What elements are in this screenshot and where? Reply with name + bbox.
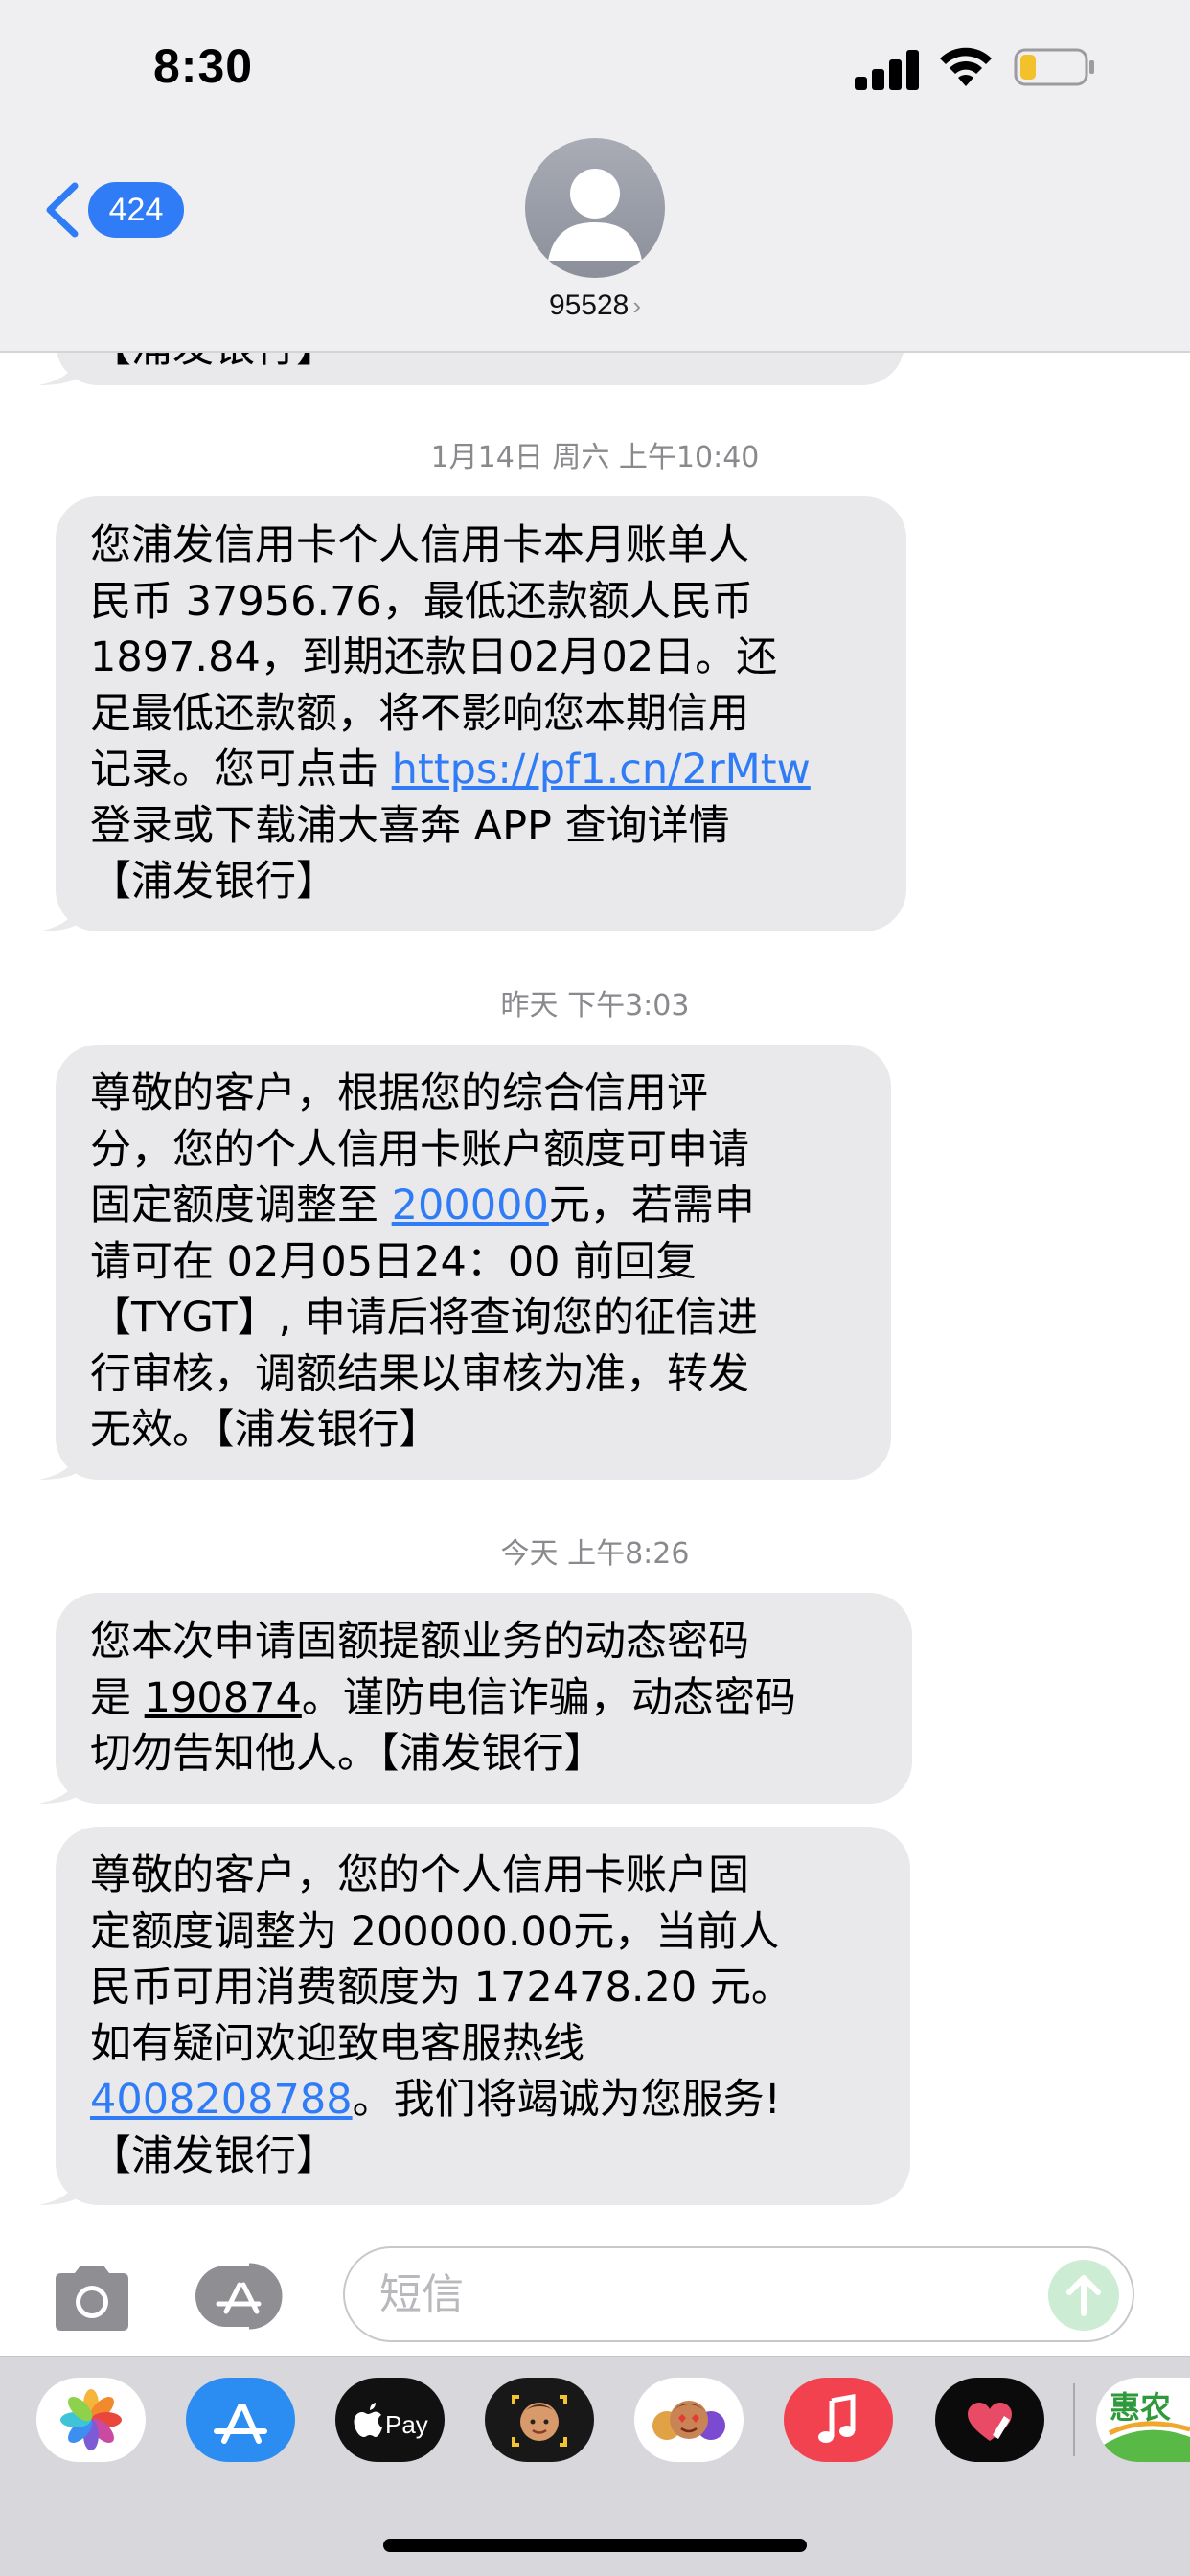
svg-text:惠农: 惠农 — [1110, 2389, 1171, 2426]
message-line: 分，您的个人信用卡账户额度可申请 — [90, 1125, 749, 1174]
message-text: 元，若需申 — [548, 1182, 755, 1230]
message-line: 足最低还款额，将不影响您本期信用 — [90, 689, 749, 738]
message-line: 无效。【浦发银行】 — [90, 1406, 441, 1454]
music-app[interactable] — [784, 2378, 893, 2462]
chevron-right-icon: › — [632, 291, 642, 320]
music-icon — [818, 2394, 856, 2443]
animoji-stickers-app[interactable] — [634, 2378, 744, 2462]
message-bubble[interactable]: 尊敬的客户，您的个人信用卡账户固 定额度调整为 200000.00元，当前人 民… — [38, 1827, 910, 2205]
message-line: 是 190874。谨防电信诈骗，动态密码 — [90, 1670, 881, 1727]
send-button[interactable] — [1048, 2260, 1119, 2331]
photos-icon — [60, 2389, 122, 2450]
app-store-app[interactable] — [186, 2378, 295, 2462]
cellular-signal-icon — [855, 48, 920, 90]
bubble-tail — [38, 2167, 82, 2205]
conversation-header: 8:30 424 95528 › — [0, 0, 1190, 353]
digital-touch-app[interactable] — [935, 2378, 1044, 2462]
digital-touch-icon — [968, 2403, 1012, 2441]
message-line: 【浦发银行】 — [90, 858, 337, 906]
wifi-icon — [940, 47, 992, 86]
message-line: 固定额度调整至 200000元，若需申 — [90, 1178, 860, 1234]
message-line: 您本次申请固额提额业务的动态密码 — [90, 1618, 749, 1666]
apple-pay-icon: Pay — [354, 2403, 428, 2439]
message-composer — [0, 2221, 1190, 2356]
message-bubble[interactable]: 尊敬的客户，根据您的综合信用评 分，您的个人信用卡账户额度可申请 固定额度调整至… — [38, 1045, 891, 1480]
message-timestamp: 1月14日 周六 上午10:40 — [430, 441, 760, 474]
huinong-icon: 惠农 — [1104, 2389, 1190, 2462]
message-text: 是 — [90, 1673, 145, 1722]
message-bubble[interactable]: 您本次申请固额提额业务的动态密码 是 190874。谨防电信诈骗，动态密码 切勿… — [38, 1593, 912, 1804]
message-bubble[interactable]: 您浦发信用卡个人信用卡本月账单人 民币 37956.76，最低还款额人民币 18… — [38, 496, 906, 932]
message-line: 请可在 02月05日24：00 前回复 — [90, 1237, 698, 1286]
svg-text:Pay: Pay — [385, 2410, 428, 2439]
message-text: 。谨防电信诈骗，动态密码 — [301, 1673, 796, 1722]
home-indicator[interactable] — [383, 2539, 807, 2552]
app-store-icon — [214, 2404, 267, 2444]
message-link[interactable]: https://pf1.cn/2rMtw — [392, 746, 811, 794]
message-timestamp: 昨天 下午3:03 — [500, 989, 690, 1023]
bubble-tail — [38, 347, 82, 385]
message-line: 【浦发银行】 — [90, 2131, 337, 2180]
message-line: 行审核，调额结果以审核为准，转发 — [90, 1349, 749, 1398]
message-line: 民币 37956.76，最低还款额人民币 — [90, 577, 753, 626]
bubble-tail — [38, 1440, 82, 1480]
chevron-left-icon — [46, 182, 79, 238]
drawer-divider — [1073, 2383, 1075, 2456]
message-line: 如有疑问欢迎致电客服热线 — [90, 2019, 584, 2068]
status-time: 8:30 — [153, 39, 254, 93]
contact-avatar[interactable] — [525, 138, 665, 278]
message-line: 【TYGT】, 申请后将查询您的征信进 — [90, 1294, 758, 1342]
verification-code[interactable]: 190874 — [145, 1674, 302, 1722]
apple-pay-app[interactable]: Pay — [335, 2378, 445, 2462]
message-text: 固定额度调整至 — [90, 1182, 392, 1230]
huinong-app[interactable]: 惠农 — [1096, 2378, 1190, 2462]
camera-icon[interactable] — [48, 2262, 136, 2334]
message-line: 民币可用消费额度为 172478.20 元。 — [90, 1964, 792, 2012]
message-line: 4008208788。我们将竭诚为您服务! — [90, 2072, 880, 2128]
message-line: 登录或下载浦大喜奔 APP 查询详情 — [90, 801, 730, 850]
photos-app[interactable] — [36, 2378, 146, 2462]
phone-link[interactable]: 4008208788 — [90, 2076, 353, 2124]
message-thread[interactable]: 【浦发银行】 1月14日 周六 上午10:40 您浦发信用卡个人信用卡本月账单人… — [0, 0, 1190, 2576]
contact-name: 95528 — [548, 289, 629, 321]
message-line: 尊敬的客户，您的个人信用卡账户固 — [90, 1852, 749, 1899]
message-line: 您浦发信用卡个人信用卡本月账单人 — [90, 521, 749, 569]
memoji-app[interactable] — [485, 2378, 594, 2462]
app-store-apps-icon[interactable] — [192, 2262, 295, 2331]
message-timestamp: 今天 上午8:26 — [500, 1537, 690, 1571]
message-input-field[interactable] — [343, 2246, 1134, 2342]
message-link[interactable]: 200000 — [392, 1182, 549, 1230]
message-text: 记录。您可点击 — [90, 746, 392, 794]
message-line: 记录。您可点击 https://pf1.cn/2rMtw — [90, 742, 876, 798]
message-line: 尊敬的客户，根据您的综合信用评 — [90, 1070, 708, 1117]
unread-count-badge: 424 — [88, 182, 184, 238]
message-line: 1897.84，到期还款日02月02日。还 — [90, 633, 778, 681]
message-input[interactable] — [379, 2248, 1012, 2340]
battery-icon — [1014, 48, 1094, 86]
memoji-icon — [512, 2395, 567, 2447]
person-icon — [548, 169, 642, 261]
message-line: 切勿告知他人。【浦发银行】 — [90, 1730, 606, 1778]
arrow-up-icon — [1066, 2275, 1101, 2316]
message-text: 。我们将竭诚为您服务! — [352, 2076, 781, 2124]
bubble-tail — [38, 1764, 82, 1804]
back-button[interactable]: 424 — [42, 178, 184, 242]
contact-name-button[interactable]: 95528 › — [0, 289, 1190, 322]
memoji-stickers-icon — [652, 2401, 725, 2440]
message-line: 定额度调整为 200000.00元，当前人 — [90, 1907, 780, 1956]
bubble-tail — [38, 892, 82, 932]
